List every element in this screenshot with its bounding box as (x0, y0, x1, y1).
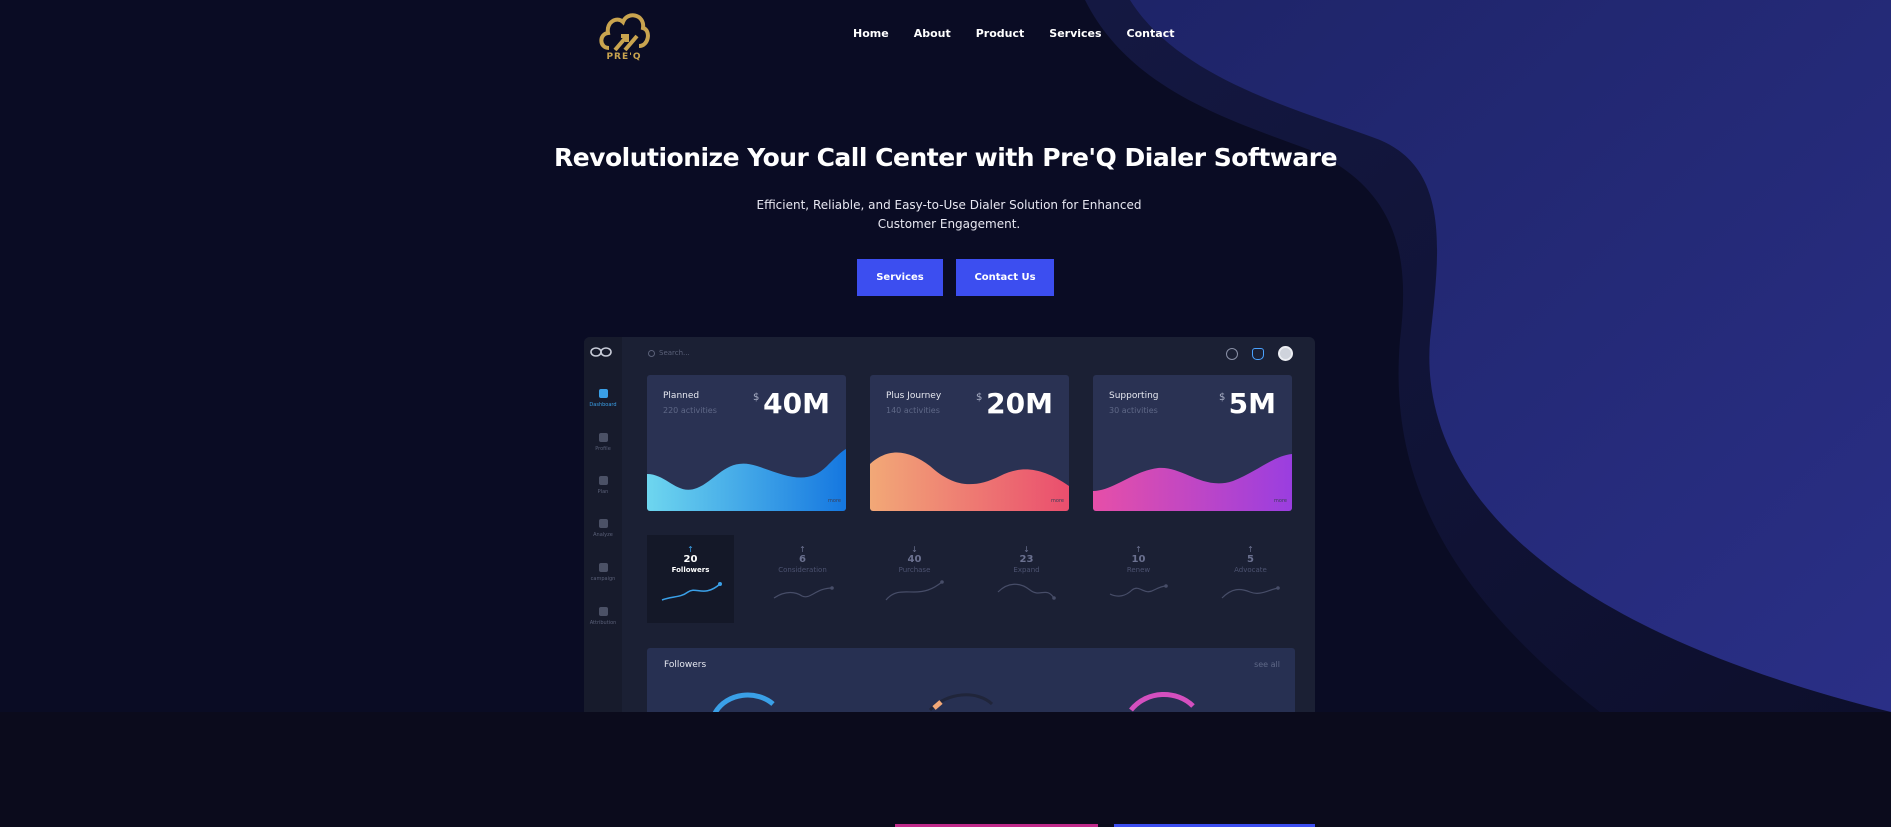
sidebar-item-analyze[interactable]: Analyze (584, 519, 622, 538)
advocate-sparkline (1221, 586, 1280, 599)
hero-subtitle: Efficient, Reliable, and Easy-to-Use Dia… (756, 198, 1142, 231)
chat-icon[interactable] (1226, 347, 1238, 360)
nav-about[interactable]: About (914, 27, 951, 40)
followers-panel: Followers see all (647, 648, 1295, 712)
metric-consideration[interactable]: ↑ 6 Consideration (759, 535, 846, 623)
briefcase-icon (598, 476, 608, 485)
metric-renew[interactable]: ↑ 10 Renew (1095, 535, 1182, 623)
followers-gauges (712, 692, 1195, 712)
expand-sparkline (997, 583, 1056, 600)
followers-sparkline (661, 582, 722, 601)
purchase-sparkline (885, 580, 944, 601)
supporting-wave (1093, 454, 1292, 511)
monitor-icon (598, 563, 608, 572)
brand-name: PRE'Q (606, 52, 642, 62)
dashboard-top-icons (1226, 346, 1293, 361)
nav-services[interactable]: Services (1049, 27, 1101, 40)
dashboard-search[interactable]: Search... (648, 349, 690, 357)
metric-advocate[interactable]: ↑ 5 Advocate (1207, 535, 1294, 623)
profile-icon (598, 433, 608, 442)
services-button[interactable]: Services (857, 259, 943, 296)
sidebar-item-profile[interactable]: Profile (584, 433, 622, 452)
dashboard-preview: Dashboard Profile Plan Analyze campaign … (584, 337, 1315, 712)
avatar[interactable] (1278, 346, 1293, 361)
planned-wave (647, 449, 846, 511)
graduation-cap-icon (598, 519, 608, 528)
hero-title: Revolutionize Your Call Center with Pre'… (553, 143, 1338, 172)
main-nav: Home About Product Services Contact (853, 27, 1199, 40)
metric-purchase[interactable]: ↓ 40 Purchase (871, 535, 958, 623)
stat-card-planned[interactable]: Planned 220 activities $ 40M more (647, 375, 846, 511)
sidebar-item-dashboard[interactable]: Dashboard (584, 389, 622, 408)
dashboard-sidebar: Dashboard Profile Plan Analyze campaign … (584, 337, 622, 712)
stat-card-supporting[interactable]: Supporting 30 activities $ 5M more (1093, 375, 1292, 511)
renew-sparkline (1109, 584, 1168, 597)
dashboard-icon (598, 389, 608, 398)
person-icon (598, 607, 608, 616)
dashboard-logo-icon (590, 347, 612, 357)
stat-card-plus-journey[interactable]: Plus Journey 140 activities $ 20M more (870, 375, 1069, 511)
search-icon (648, 349, 655, 357)
metric-expand[interactable]: ↓ 23 Expand (983, 535, 1070, 623)
sidebar-item-attribution[interactable]: Attribution (584, 607, 622, 626)
nav-product[interactable]: Product (976, 27, 1025, 40)
sidebar-item-campaign[interactable]: campaign (584, 563, 622, 582)
plus-journey-wave (870, 452, 1069, 511)
consideration-sparkline (773, 586, 834, 599)
nav-home[interactable]: Home (853, 27, 889, 40)
nav-contact[interactable]: Contact (1127, 27, 1175, 40)
sidebar-item-plan[interactable]: Plan (584, 476, 622, 495)
metric-followers[interactable]: ↑ 20 Followers (647, 535, 734, 623)
footer-band (0, 712, 1891, 827)
bell-icon[interactable] (1252, 347, 1264, 360)
contact-us-button[interactable]: Contact Us (956, 259, 1054, 296)
